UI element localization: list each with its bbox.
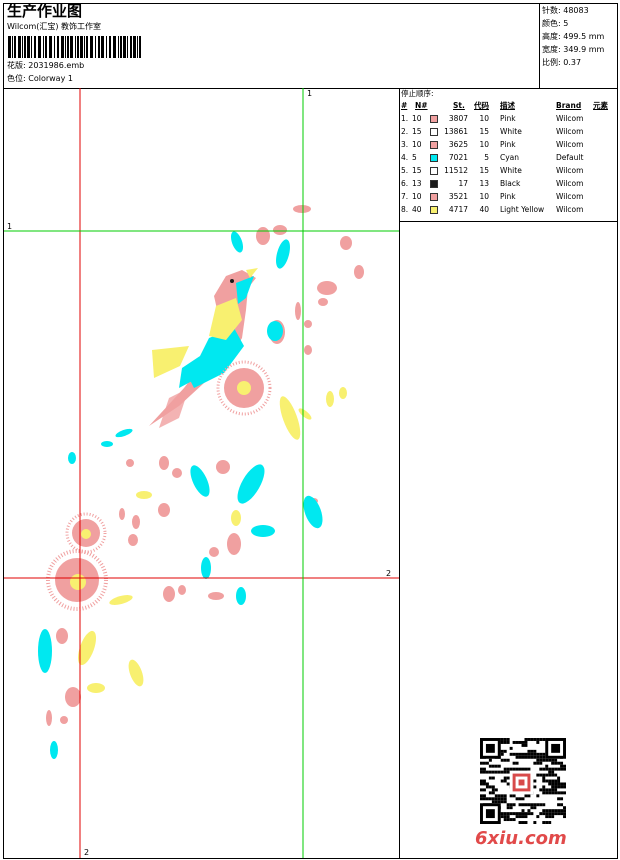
row-description: Light Yellow bbox=[500, 205, 545, 214]
row-needle: 15 bbox=[412, 166, 422, 175]
row-color-swatch bbox=[430, 141, 438, 149]
row-stitches: 4717 bbox=[448, 205, 468, 214]
row-brand: Wilcom bbox=[556, 192, 584, 201]
row-needle: 15 bbox=[412, 127, 422, 136]
cyan-leaves bbox=[38, 231, 323, 759]
row-color-swatch bbox=[430, 154, 438, 162]
legend-title: 停止顺序: bbox=[401, 89, 434, 98]
col-desc: 描述 bbox=[500, 101, 515, 110]
row-stitches: 3807 bbox=[448, 114, 468, 123]
stop-sequence-legend: 停止顺序: # N# St. 代码 描述 Brand 元素 1. 10 3807 10… bbox=[399, 88, 617, 221]
row-color-swatch bbox=[430, 128, 438, 136]
yellow-leaves bbox=[77, 387, 347, 693]
row-needle: 40 bbox=[412, 205, 422, 214]
row-description: Pink bbox=[500, 192, 516, 201]
row-brand: Wilcom bbox=[556, 114, 584, 123]
row-stitches: 3625 bbox=[448, 140, 468, 149]
row-brand: Default bbox=[556, 153, 584, 162]
col-stitches: St. bbox=[453, 101, 465, 110]
row-color-swatch bbox=[430, 206, 438, 214]
row-index: 8. bbox=[401, 205, 409, 214]
row-code: 10 bbox=[479, 114, 489, 123]
qr-code bbox=[480, 738, 566, 824]
row-code: 40 bbox=[479, 205, 489, 214]
col-hash: # bbox=[401, 101, 408, 110]
row-stitches: 7021 bbox=[448, 153, 468, 162]
row-needle: 10 bbox=[412, 114, 422, 123]
row-color-swatch bbox=[430, 193, 438, 201]
col-brand: Brand bbox=[556, 101, 582, 110]
watermark: 6xiu.com bbox=[475, 828, 567, 849]
guide-label-top: 1 bbox=[307, 89, 312, 98]
guide-label-left: 1 bbox=[7, 222, 12, 231]
barcode bbox=[8, 36, 141, 58]
flower-middle bbox=[65, 512, 107, 554]
row-brand: Wilcom bbox=[556, 166, 584, 175]
row-index: 1. bbox=[401, 114, 409, 123]
row-code: 15 bbox=[479, 127, 489, 136]
guide-label-right: 2 bbox=[386, 569, 391, 578]
row-index: 5. bbox=[401, 166, 409, 175]
row-stitches: 3521 bbox=[448, 192, 468, 201]
row-stitches: 13861 bbox=[444, 127, 468, 136]
row-description: Cyan bbox=[500, 153, 520, 162]
row-description: Pink bbox=[500, 114, 516, 123]
row-index: 4. bbox=[401, 153, 409, 162]
row-needle: 5 bbox=[412, 153, 417, 162]
row-stitches: 11512 bbox=[444, 166, 468, 175]
col-code: 代码 bbox=[474, 101, 489, 110]
guide-label-bottom: 2 bbox=[84, 848, 89, 857]
row-brand: Wilcom bbox=[556, 140, 584, 149]
row-code: 13 bbox=[479, 179, 489, 188]
row-code: 10 bbox=[479, 140, 489, 149]
row-index: 3. bbox=[401, 140, 409, 149]
row-brand: Wilcom bbox=[556, 127, 584, 136]
page-title: 生产作业图 bbox=[7, 2, 83, 20]
colorway: 色位: Colorway 1 bbox=[7, 74, 73, 83]
row-needle: 13 bbox=[412, 179, 422, 188]
design-file: 花版: 2031986.emb bbox=[7, 61, 85, 70]
row-description: White bbox=[500, 127, 522, 136]
row-description: Black bbox=[500, 179, 521, 188]
row-color-swatch bbox=[430, 167, 438, 175]
stat-scale: 比例: 0.37 bbox=[542, 58, 582, 67]
stat-stitches: 针数: 48083 bbox=[542, 6, 589, 15]
row-brand: Wilcom bbox=[556, 205, 584, 214]
row-description: Pink bbox=[500, 140, 516, 149]
row-code: 5 bbox=[484, 153, 489, 162]
row-code: 15 bbox=[479, 166, 489, 175]
stat-height: 高度: 499.5 mm bbox=[542, 32, 605, 41]
row-needle: 10 bbox=[412, 192, 422, 201]
row-color-swatch bbox=[430, 180, 438, 188]
flower-lower bbox=[46, 549, 108, 611]
col-element: 元素 bbox=[593, 101, 608, 110]
row-needle: 10 bbox=[412, 140, 422, 149]
row-code: 10 bbox=[479, 192, 489, 201]
col-no: N# bbox=[415, 101, 428, 110]
row-index: 7. bbox=[401, 192, 409, 201]
stat-width: 宽度: 349.9 mm bbox=[542, 45, 605, 54]
row-color-swatch bbox=[430, 115, 438, 123]
stat-colors: 颜色: 5 bbox=[542, 19, 569, 28]
row-index: 6. bbox=[401, 179, 409, 188]
row-description: White bbox=[500, 166, 522, 175]
row-index: 2. bbox=[401, 127, 409, 136]
row-stitches: 17 bbox=[458, 179, 468, 188]
row-brand: Wilcom bbox=[556, 179, 584, 188]
studio-name: Wilcom(汇宝) 教饰工作室 bbox=[7, 22, 102, 31]
embroidery-preview: 1 1 2 2 bbox=[4, 88, 399, 858]
